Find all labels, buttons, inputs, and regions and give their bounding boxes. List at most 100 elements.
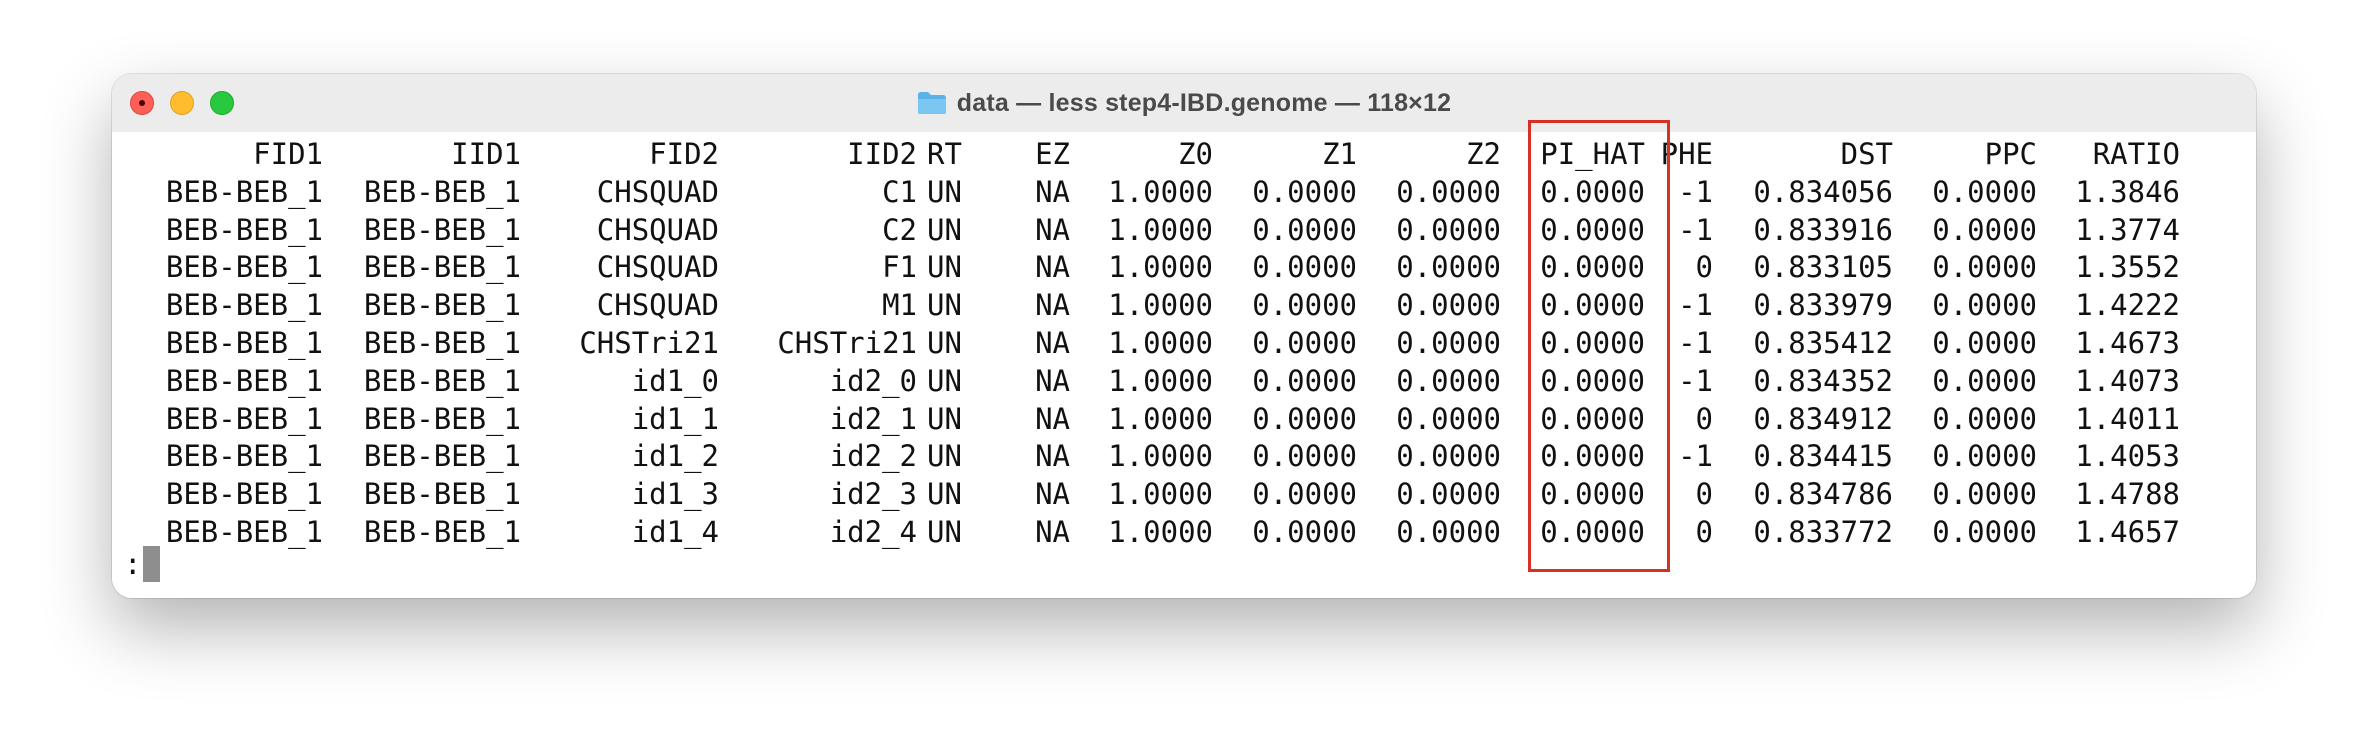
cell-fid1: BEB-BEB_1 — [165, 477, 323, 512]
cell-fid2: CHSQUAD — [596, 212, 719, 247]
cell-ez: NA — [1035, 288, 1070, 323]
cell-fid2: id1_4 — [631, 514, 719, 549]
table-row: BEB-BEB_1 BEB-BEB_1 id1_3 id2_3 UN NA 1.0000 0.… — [118, 476, 2180, 514]
cell-iid2: M1 — [882, 288, 917, 323]
header-rt: RT — [927, 137, 962, 171]
table-row: BEB-BEB_1 BEB-BEB_1 id1_4 id2_4 UN NA 1.0000 0.… — [118, 514, 2180, 552]
cell-z2: 0.0000 — [1396, 174, 1501, 209]
less-prompt[interactable]: : — [124, 546, 161, 582]
cell-dst: 0.833772 — [1753, 514, 1893, 549]
cell-fid1: BEB-BEB_1 — [165, 212, 323, 247]
cell-dst: 0.834912 — [1753, 401, 1893, 436]
header-z2: Z2 — [1466, 137, 1501, 171]
cell-pi-hat: 0.0000 — [1540, 477, 1645, 512]
cell-dst: 0.833916 — [1753, 212, 1893, 247]
cell-rt: UN — [927, 363, 962, 398]
cell-z2: 0.0000 — [1396, 477, 1501, 512]
cell-iid2: C2 — [882, 212, 917, 247]
cell-fid1: BEB-BEB_1 — [165, 401, 323, 436]
cell-dst: 0.834056 — [1753, 174, 1893, 209]
cell-ratio: 1.4053 — [2075, 439, 2180, 474]
title-bar[interactable]: data — less step4-IBD.genome — 118×12 — [112, 74, 2256, 133]
cell-ratio: 1.3552 — [2075, 250, 2180, 285]
cell-iid1: BEB-BEB_1 — [363, 401, 521, 436]
cell-z0: 1.0000 — [1108, 363, 1213, 398]
cell-phe: -1 — [1678, 363, 1713, 398]
terminal-content[interactable]: FID1 IID1 FID2 IID2 RT EZ Z0 Z1 Z2 PI_HA… — [112, 120, 2256, 598]
cell-fid2: CHSQUAD — [596, 288, 719, 323]
cell-ppc: 0.0000 — [1932, 439, 2037, 474]
cell-z0: 1.0000 — [1108, 439, 1213, 474]
cell-ez: NA — [1035, 477, 1070, 512]
cell-iid2: C1 — [882, 174, 917, 209]
cell-iid1: BEB-BEB_1 — [363, 250, 521, 285]
cell-pi-hat: 0.0000 — [1540, 174, 1645, 209]
cell-ez: NA — [1035, 325, 1070, 360]
cell-rt: UN — [927, 401, 962, 436]
cell-z2: 0.0000 — [1396, 514, 1501, 549]
cell-fid2: CHSTri21 — [579, 325, 719, 360]
cell-pi-hat: 0.0000 — [1540, 212, 1645, 247]
cell-z2: 0.0000 — [1396, 325, 1501, 360]
cell-iid1: BEB-BEB_1 — [363, 174, 521, 209]
cell-dst: 0.835412 — [1753, 325, 1893, 360]
cell-z0: 1.0000 — [1108, 401, 1213, 436]
cell-ratio: 1.3846 — [2075, 174, 2180, 209]
cell-z1: 0.0000 — [1252, 439, 1357, 474]
table-row: BEB-BEB_1 BEB-BEB_1 id1_1 id2_1 UN NA 1.0000 0.… — [118, 401, 2180, 439]
cell-pi-hat: 0.0000 — [1540, 439, 1645, 474]
cell-z1: 0.0000 — [1252, 325, 1357, 360]
cell-phe: 0 — [1695, 477, 1713, 512]
cell-z1: 0.0000 — [1252, 514, 1357, 549]
cell-rt: UN — [927, 250, 962, 285]
cell-ez: NA — [1035, 363, 1070, 398]
cell-ez: NA — [1035, 212, 1070, 247]
header-ppc: PPC — [1984, 137, 2037, 171]
cell-rt: UN — [927, 325, 962, 360]
cell-ratio: 1.4011 — [2075, 401, 2180, 436]
cell-ppc: 0.0000 — [1932, 288, 2037, 323]
text-cursor — [143, 546, 161, 582]
cell-pi-hat: 0.0000 — [1540, 401, 1645, 436]
cell-iid1: BEB-BEB_1 — [363, 514, 521, 549]
cell-ppc: 0.0000 — [1932, 250, 2037, 285]
cell-ppc: 0.0000 — [1932, 477, 2037, 512]
cell-ratio: 1.4657 — [2075, 514, 2180, 549]
cell-rt: UN — [927, 439, 962, 474]
cell-rt: UN — [927, 212, 962, 247]
cell-pi-hat: 0.0000 — [1540, 325, 1645, 360]
header-fid2: FID2 — [649, 137, 719, 171]
cell-pi-hat: 0.0000 — [1540, 363, 1645, 398]
cell-iid2: id2_4 — [829, 514, 917, 549]
cell-ppc: 0.0000 — [1932, 174, 2037, 209]
header-ratio: RATIO — [2092, 137, 2180, 171]
header-phe: PHE — [1660, 137, 1713, 171]
cell-fid2: CHSQUAD — [596, 174, 719, 209]
table-row: BEB-BEB_1 BEB-BEB_1 id1_0 id2_0 UN NA 1.0000 0.… — [118, 363, 2180, 401]
header-iid2: IID2 — [847, 137, 917, 171]
cell-ez: NA — [1035, 439, 1070, 474]
cell-fid1: BEB-BEB_1 — [165, 250, 323, 285]
cell-ratio: 1.3774 — [2075, 212, 2180, 247]
cell-fid2: id1_3 — [631, 477, 719, 512]
header-ez: EZ — [1035, 137, 1070, 171]
cell-pi-hat: 0.0000 — [1540, 288, 1645, 323]
cell-z1: 0.0000 — [1252, 401, 1357, 436]
cell-iid2: id2_0 — [829, 363, 917, 398]
cell-iid1: BEB-BEB_1 — [363, 212, 521, 247]
cell-z0: 1.0000 — [1108, 288, 1213, 323]
cell-iid2: F1 — [882, 250, 917, 285]
cell-phe: -1 — [1678, 174, 1713, 209]
cell-ppc: 0.0000 — [1932, 401, 2037, 436]
cell-z2: 0.0000 — [1396, 439, 1501, 474]
cell-rt: UN — [927, 288, 962, 323]
cell-phe: 0 — [1695, 514, 1713, 549]
cell-phe: -1 — [1678, 212, 1713, 247]
cell-fid2: id1_1 — [631, 401, 719, 436]
cell-fid2: CHSQUAD — [596, 250, 719, 285]
terminal-window: data — less step4-IBD.genome — 118×12 FI… — [112, 74, 2256, 598]
table-header-row: FID1 IID1 FID2 IID2 RT EZ Z0 Z1 Z2 PI_HA… — [118, 136, 2180, 174]
cell-ppc: 0.0000 — [1932, 514, 2037, 549]
cell-dst: 0.833105 — [1753, 250, 1893, 285]
cell-pi-hat: 0.0000 — [1540, 250, 1645, 285]
